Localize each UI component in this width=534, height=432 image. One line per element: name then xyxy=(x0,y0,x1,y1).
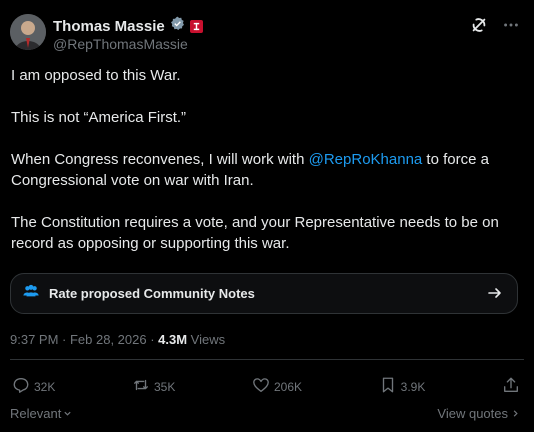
divider xyxy=(10,359,524,360)
views-label: Views xyxy=(187,332,226,347)
community-notes-button[interactable]: Rate proposed Community Notes xyxy=(10,273,518,314)
repost-button[interactable]: 35K xyxy=(132,376,175,397)
verified-badge-icon xyxy=(170,16,185,36)
views-count: 4.3M xyxy=(158,332,188,347)
action-bar: 32K 35K 206K 3.9K xyxy=(12,376,520,397)
avatar[interactable] xyxy=(10,14,46,50)
timestamp[interactable]: 9:37 PM · Feb 28, 2026 · xyxy=(10,332,158,347)
bookmark-button[interactable]: 3.9K xyxy=(379,376,426,397)
bookmark-count: 3.9K xyxy=(400,379,426,394)
like-button[interactable]: 206K xyxy=(252,376,302,397)
people-icon xyxy=(11,282,40,305)
author-handle[interactable]: @RepThomasMassie xyxy=(53,36,188,52)
post-paragraph: I am opposed to this War. xyxy=(11,67,181,84)
sort-label: Relevant xyxy=(10,406,62,421)
post-text: I am opposed to this War. This is not “A… xyxy=(11,65,521,275)
reply-count: 32K xyxy=(34,379,56,394)
mention-link[interactable]: @RepRoKhanna xyxy=(309,151,423,168)
post-paragraph: When Congress reconvenes, I will work wi… xyxy=(11,149,521,191)
like-icon xyxy=(252,376,270,397)
share-button[interactable] xyxy=(502,376,520,397)
view-quotes-label: View quotes xyxy=(437,406,508,421)
post-paragraph: This is not “America First.” xyxy=(11,109,187,126)
post-text-segment: When Congress reconvenes, I will work wi… xyxy=(11,151,309,168)
post-meta: 9:37 PM · Feb 28, 2026 · 4.3M Views xyxy=(10,332,225,347)
repost-icon xyxy=(132,376,150,397)
view-quotes-link[interactable]: View quotes xyxy=(437,406,520,421)
repost-count: 35K xyxy=(154,379,176,394)
flag-icon xyxy=(189,19,203,33)
post-paragraph: The Constitution requires a vote, and yo… xyxy=(11,214,499,252)
chevron-down-icon xyxy=(63,406,72,421)
author-name[interactable]: Thomas Massie xyxy=(53,18,165,35)
like-count: 206K xyxy=(274,379,303,394)
more-icon[interactable] xyxy=(502,16,520,39)
chevron-right-icon xyxy=(511,406,520,421)
share-icon xyxy=(502,376,520,397)
bookmark-icon xyxy=(379,376,397,397)
reply-icon xyxy=(12,376,30,397)
sort-dropdown[interactable]: Relevant xyxy=(10,406,72,421)
community-notes-label: Rate proposed Community Notes xyxy=(49,286,255,301)
author-name-row[interactable]: Thomas Massie xyxy=(53,16,203,36)
reply-button[interactable]: 32K xyxy=(12,376,55,397)
grok-icon[interactable] xyxy=(470,16,488,39)
